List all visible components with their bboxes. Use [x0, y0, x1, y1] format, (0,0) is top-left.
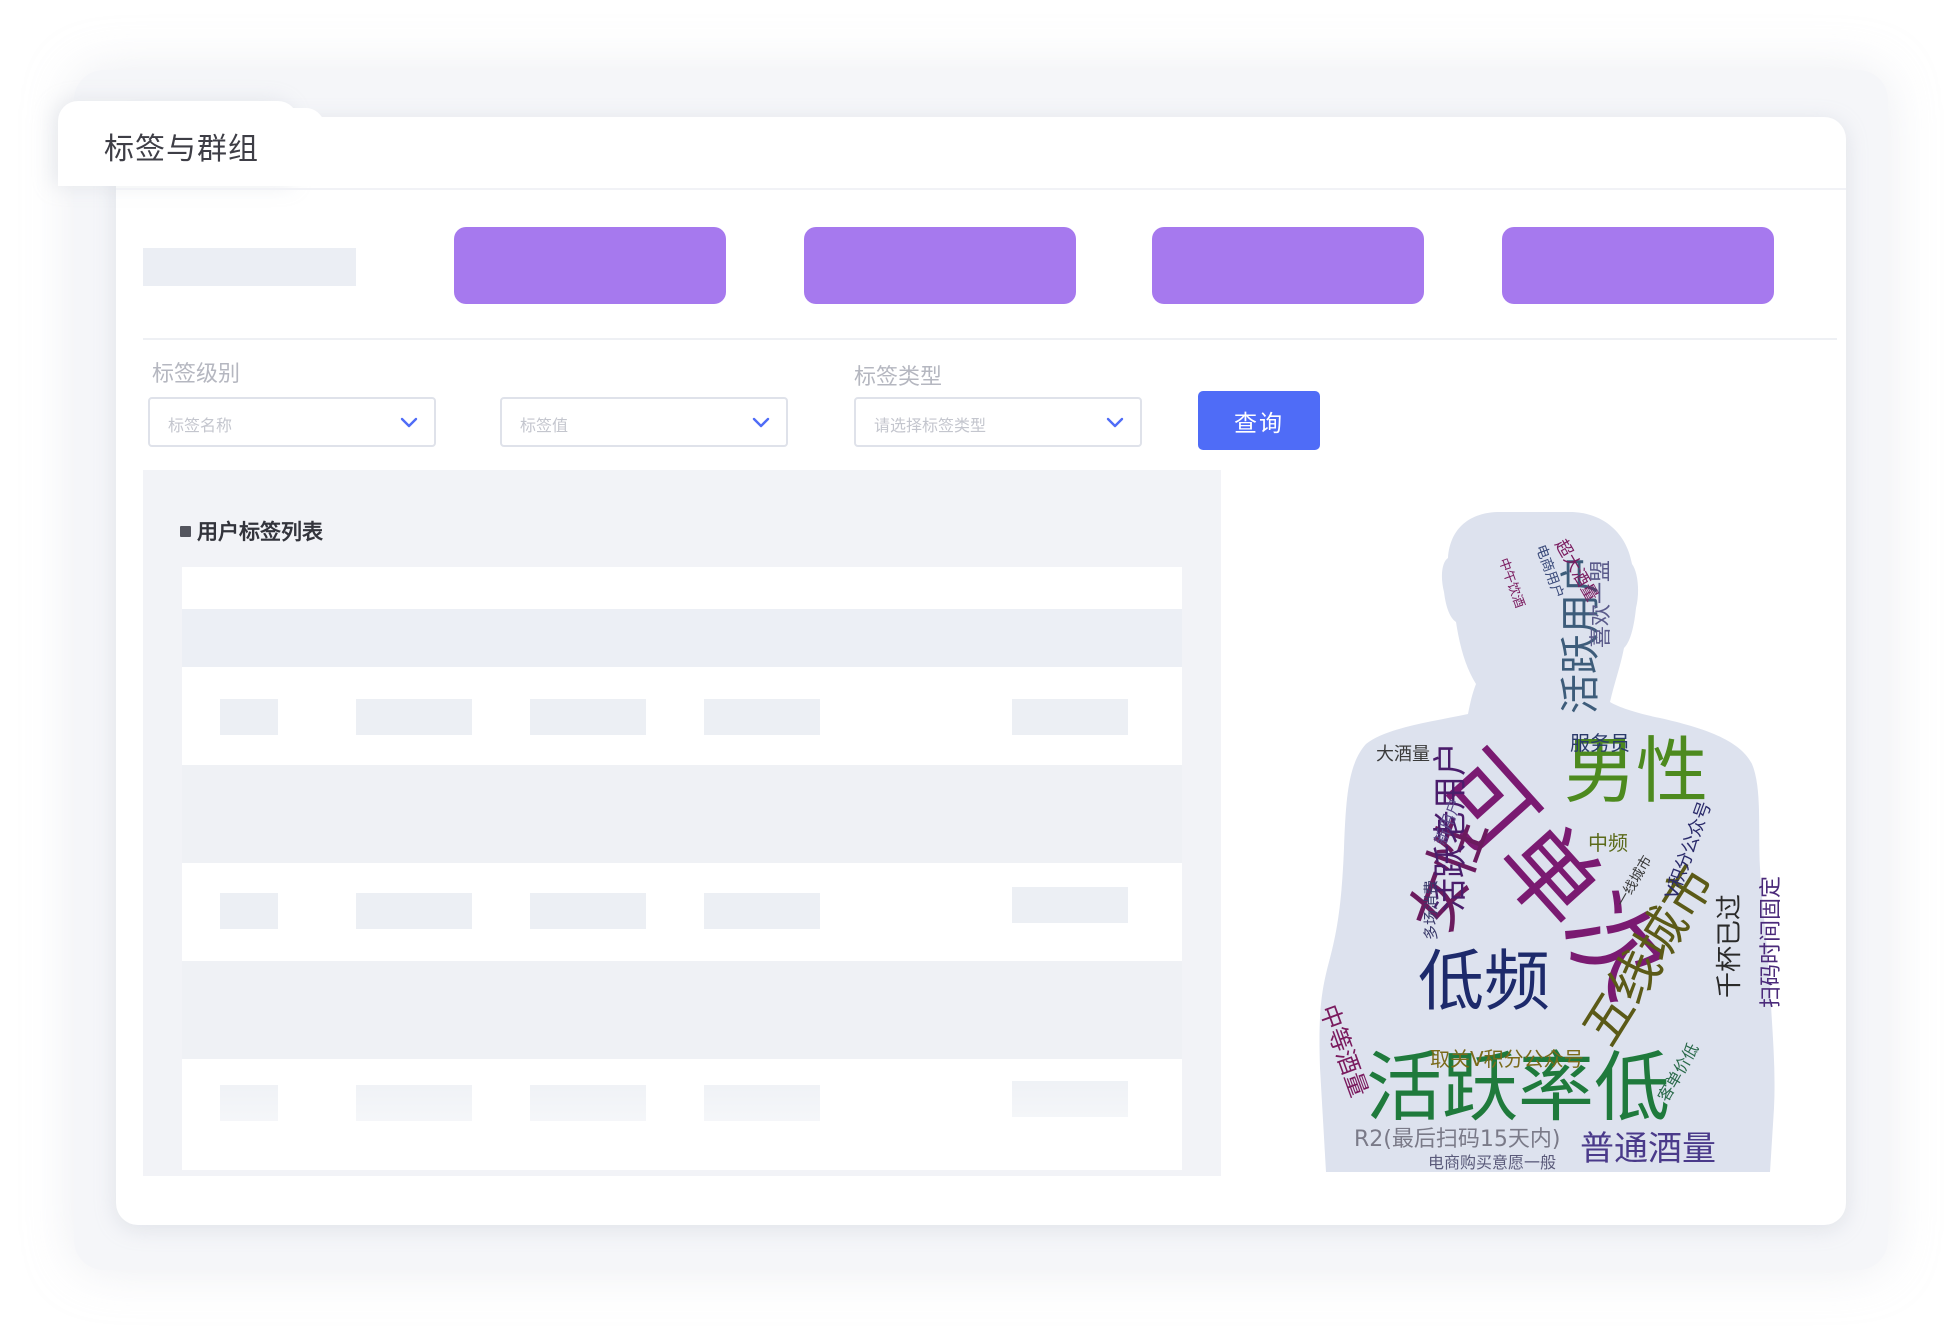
tag-table [182, 567, 1182, 1170]
label-level-label: 标签级别 [152, 361, 241, 386]
cloud-word: R2(最后扫码15天内) [1354, 1127, 1560, 1152]
cloud-word: 中频 [1588, 831, 1628, 855]
cloud-word: 电商购买意愿一般 [1428, 1153, 1556, 1172]
cloud-word: 低频 [1418, 943, 1550, 1020]
tag-type-select[interactable]: 请选择标签类型 [854, 397, 1142, 447]
bullet-square-icon [180, 525, 191, 537]
user-tag-word-cloud: 可单次 男性 活跃率低 低频 女性 五线城市 活跃用户 活跃老用户 普通酒量 中… [1314, 512, 1780, 1172]
chevron-down-icon [400, 417, 418, 428]
cloud-word: 喜欢一盟 [1589, 560, 1614, 648]
table-row[interactable] [182, 863, 1182, 961]
page: 标签与群组 标签级别 标签类型 标签名称 标签值 请选择标签类型 查询 用户标签… [0, 0, 1948, 1336]
table-fade [182, 1060, 1182, 1170]
cell-placeholder [704, 699, 820, 735]
table-row[interactable] [182, 961, 1182, 1059]
purple-button-1[interactable] [454, 227, 726, 304]
cell-placeholder [220, 699, 278, 735]
chevron-down-icon [752, 417, 770, 428]
cell-placeholder [1012, 699, 1128, 735]
cell-placeholder [530, 699, 646, 735]
table-row[interactable] [182, 765, 1182, 863]
purple-button-2[interactable] [804, 227, 1076, 304]
cloud-word: 普通酒量 [1580, 1129, 1716, 1169]
list-title-text: 用户标签列表 [197, 521, 323, 544]
cloud-word: 服务员 [1570, 731, 1630, 755]
cell-placeholder [220, 893, 278, 929]
purple-button-3[interactable] [1152, 227, 1424, 304]
tag-name-select[interactable]: 标签名称 [148, 397, 436, 447]
tag-type-placeholder: 请选择标签类型 [874, 418, 987, 435]
tag-value-placeholder: 标签值 [520, 418, 569, 435]
table-header [182, 567, 1182, 609]
cloud-word: 扫码时间固定 [1759, 876, 1780, 1008]
cell-placeholder [356, 893, 472, 929]
label-type-label: 标签类型 [854, 364, 943, 389]
cell-placeholder [1012, 887, 1128, 923]
divider [116, 188, 1846, 190]
tag-value-select[interactable]: 标签值 [500, 397, 788, 447]
list-title: 用户标签列表 [180, 516, 323, 546]
cell-placeholder [356, 699, 472, 735]
cloud-word: 千杯已过 [1715, 894, 1745, 998]
chevron-down-icon [1106, 417, 1124, 428]
purple-button-4[interactable] [1502, 227, 1774, 304]
placeholder-block [143, 248, 356, 286]
divider [143, 338, 1837, 340]
cell-placeholder [704, 893, 820, 929]
query-button[interactable]: 查询 [1198, 391, 1320, 450]
tab-title[interactable]: 标签与群组 [104, 124, 259, 168]
tag-name-placeholder: 标签名称 [168, 418, 233, 435]
table-row[interactable] [182, 609, 1182, 667]
cloud-word: 大酒量 [1376, 744, 1430, 765]
cell-placeholder [530, 893, 646, 929]
cloud-word: 多场消费 [1422, 880, 1440, 940]
cloud-word: 取关V积分公众号 [1430, 1047, 1584, 1071]
table-row[interactable] [182, 667, 1182, 765]
